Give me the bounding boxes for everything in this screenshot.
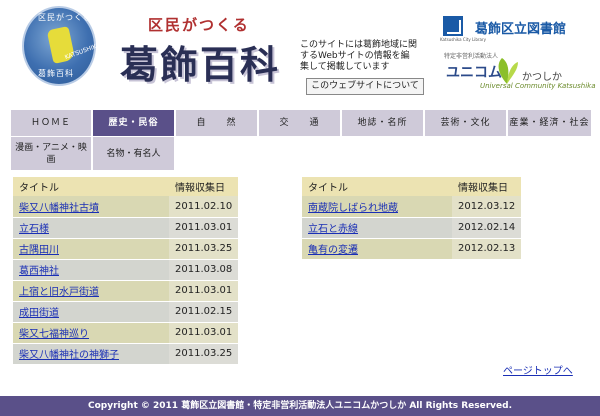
about-site-button[interactable]: このウェブサイトについて xyxy=(306,78,424,95)
column-header-date: 情報収集日 xyxy=(169,177,239,196)
article-link[interactable]: 南蔵院しばられ地蔵 xyxy=(308,203,398,214)
site-intro-text: このサイトには葛飾地域に関するWebサイトの情報を編集して掲載しています xyxy=(300,40,418,72)
article-link[interactable]: 亀有の変遷 xyxy=(308,245,358,256)
logo-ring-bottom: 葛飾百科 xyxy=(38,69,74,78)
collected-date: 2011.03.01 xyxy=(169,322,239,344)
logo-ring-top: 区民がつくる xyxy=(38,13,92,22)
column-header-date: 情報収集日 xyxy=(452,177,522,196)
left-article-table: タイトル 情報収集日 柴又八幡神社古墳 2011.02.10 立石様 2011.… xyxy=(13,177,239,365)
article-link[interactable]: 成田街道 xyxy=(19,308,59,319)
site-logo[interactable]: 区民がつくる KATSUSHIKA 葛飾百科 xyxy=(22,6,101,86)
table-row: 柴又七福神巡り 2011.03.01 xyxy=(13,322,239,344)
nav-row-2: 漫画・アニメ・映画 名物・有名人 xyxy=(11,136,591,170)
table-header-row: タイトル 情報収集日 xyxy=(13,177,239,196)
table-row: 南蔵院しばられ地蔵 2012.03.12 xyxy=(302,196,522,218)
npo-english-label: Universal Community Katsushika xyxy=(480,82,596,90)
table-row: 葛西神社 2011.03.08 xyxy=(13,259,239,281)
site-subtitle: 区民がつくる xyxy=(148,16,250,34)
table-row: 亀有の変遷 2012.02.13 xyxy=(302,238,522,260)
collected-date: 2011.02.10 xyxy=(169,196,239,218)
article-link[interactable]: 葛西神社 xyxy=(19,266,59,277)
column-header-title: タイトル xyxy=(13,177,169,196)
nav-arts-culture[interactable]: 芸術・文化 xyxy=(425,110,508,136)
article-link[interactable]: 上宿と旧水戸街道 xyxy=(19,287,99,298)
collected-date: 2011.03.08 xyxy=(169,259,239,281)
collected-date: 2011.03.01 xyxy=(169,280,239,302)
page-top-link[interactable]: ページトップへ xyxy=(503,362,573,377)
table-row: 上宿と旧水戸街道 2011.03.01 xyxy=(13,280,239,302)
table-row: 成田街道 2011.02.15 xyxy=(13,301,239,323)
nav-history-folklore[interactable]: 歴史・民俗 xyxy=(93,110,176,136)
column-header-title: タイトル xyxy=(302,177,452,196)
nav-specialties-famous-people[interactable]: 名物・有名人 xyxy=(93,136,176,170)
nav-transport[interactable]: 交 通 xyxy=(259,110,342,136)
article-link[interactable]: 立石様 xyxy=(19,224,49,235)
site-title: 葛飾百科 xyxy=(120,42,281,87)
nav-geography-sights[interactable]: 地誌・名所 xyxy=(342,110,425,136)
article-link[interactable]: 柴又八幡神社古墳 xyxy=(19,203,99,214)
npo-type-label: 特定非営利活動法人 xyxy=(444,53,499,60)
right-article-table: タイトル 情報収集日 南蔵院しばられ地蔵 2012.03.12 立石と赤線 20… xyxy=(302,177,522,260)
site-header: 区民がつくる KATSUSHIKA 葛飾百科 区民がつくる 葛飾百科 このサイト… xyxy=(0,0,600,106)
nav-nature[interactable]: 自 然 xyxy=(176,110,259,136)
library-logo-caption: Katsushika City Library xyxy=(440,37,486,42)
collected-date: 2012.02.13 xyxy=(452,238,522,260)
nav-industry-economy-society[interactable]: 産業・経済・社会 xyxy=(508,110,591,136)
collected-date: 2012.03.12 xyxy=(452,196,522,218)
nav-row-1: ＨＯＭＥ 歴史・民俗 自 然 交 通 地誌・名所 芸術・文化 産業・経済・社会 xyxy=(11,110,591,136)
site-footer: Copyright © 2011 葛飾区立図書館・特定非営利活動法人ユニコムかつ… xyxy=(0,396,600,416)
collected-date: 2012.02.14 xyxy=(452,217,522,239)
nav-manga-anime-film[interactable]: 漫画・アニメ・映画 xyxy=(11,136,93,170)
table-header-row: タイトル 情報収集日 xyxy=(302,177,522,196)
table-row: 古隅田川 2011.03.25 xyxy=(13,238,239,260)
main-nav: ＨＯＭＥ 歴史・民俗 自 然 交 通 地誌・名所 芸術・文化 産業・経済・社会 … xyxy=(11,110,591,170)
npo-kana-label: かつしか xyxy=(522,72,562,83)
table-row: 柴又八幡神社の神獅子 2011.03.25 xyxy=(13,343,239,365)
collected-date: 2011.03.25 xyxy=(169,238,239,260)
article-link[interactable]: 立石と赤線 xyxy=(308,224,358,235)
table-row: 柴又八幡神社古墳 2011.02.10 xyxy=(13,196,239,218)
article-link[interactable]: 古隅田川 xyxy=(19,245,59,256)
collected-date: 2011.03.01 xyxy=(169,217,239,239)
library-name-link[interactable]: 葛飾区立図書館 xyxy=(475,18,566,37)
table-row: 立石と赤線 2012.02.14 xyxy=(302,217,522,239)
library-logo-icon[interactable] xyxy=(443,16,463,36)
collected-date: 2011.03.25 xyxy=(169,343,239,365)
article-link[interactable]: 柴又八幡神社の神獅子 xyxy=(19,350,119,361)
nav-home[interactable]: ＨＯＭＥ xyxy=(11,110,93,136)
article-link[interactable]: 柴又七福神巡り xyxy=(19,329,89,340)
table-row: 立石様 2011.03.01 xyxy=(13,217,239,239)
collected-date: 2011.02.15 xyxy=(169,301,239,323)
